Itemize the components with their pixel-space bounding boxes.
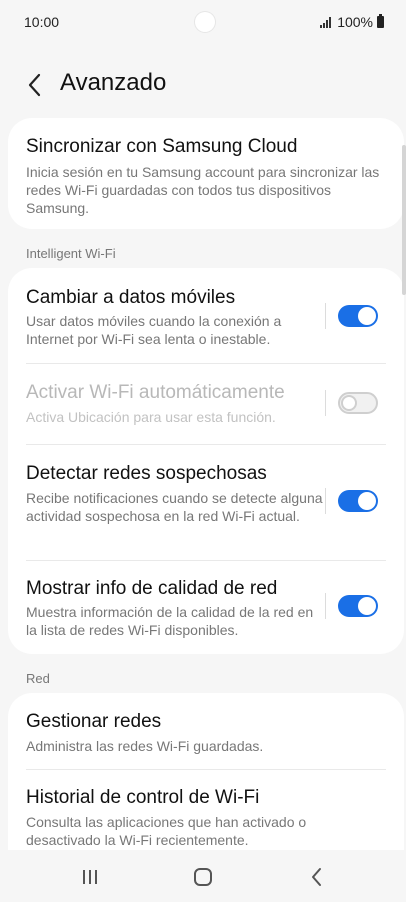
section-label-intelligent-wifi: Intelligent Wi-Fi [26,246,116,261]
scrollbar[interactable] [402,145,406,295]
battery-percent: 100% [337,14,373,30]
separator [325,303,326,329]
sync-title: Sincronizar con Samsung Cloud [26,136,298,157]
recents-icon[interactable] [80,870,100,884]
section-label-red: Red [26,671,50,686]
sync-card: Sincronizar con Samsung Cloud Inicia ses… [8,118,404,229]
setting-subtitle: Recibe notificaciones cuando se detecte … [26,490,323,524]
intelligent-wifi-card: Cambiar a datos móviles Usar datos móvil… [8,268,404,654]
separator [325,593,326,619]
setting-subtitle: Administra las redes Wi-Fi guardadas. [26,738,264,754]
back-icon[interactable] [308,866,326,888]
setting-title: Activar Wi-Fi automáticamente [26,382,285,403]
navigation-bar [0,850,406,902]
setting-row-network-quality[interactable]: Mostrar info de calidad de red Muestra i… [8,561,404,654]
setting-row-wifi-history[interactable]: Historial de control de Wi-Fi Consulta l… [8,770,404,850]
page-title: Avanzado [60,69,167,96]
setting-subtitle: Consulta las aplicaciones que han activa… [26,814,307,848]
red-card: Gestionar redes Administra las redes Wi-… [8,693,404,863]
setting-row-suspicious-networks[interactable]: Detectar redes sospechosas Recibe notifi… [8,445,404,560]
status-indicators: 100% [320,14,384,30]
battery-icon [377,14,384,28]
setting-title: Historial de control de Wi-Fi [26,787,260,808]
status-time: 10:00 [24,14,60,30]
setting-title: Gestionar redes [26,711,162,732]
setting-title: Cambiar a datos móviles [26,287,236,308]
status-bar: 10:00 100% [0,0,406,44]
signal-icon [320,16,332,28]
auto-wifi-toggle[interactable] [338,392,378,414]
setting-row-auto-wifi[interactable]: Activar Wi-Fi automáticamente Activa Ubi… [8,364,404,444]
network-quality-toggle[interactable] [338,595,378,617]
home-icon[interactable] [194,868,212,886]
separator [325,488,326,514]
setting-row-manage-networks[interactable]: Gestionar redes Administra las redes Wi-… [8,693,404,769]
sync-subtitle: Inicia sesión en tu Samsung account para… [26,164,380,216]
setting-row-mobile-data[interactable]: Cambiar a datos móviles Usar datos móvil… [8,268,404,363]
mobile-data-toggle[interactable] [338,305,378,327]
camera-cutout [195,12,215,32]
setting-subtitle: Usar datos móviles cuando la conexión a … [26,313,282,347]
app-header: Avanzado [0,60,406,110]
sync-row[interactable]: Sincronizar con Samsung Cloud Inicia ses… [8,118,404,229]
setting-title: Detectar redes sospechosas [26,463,267,484]
separator [325,390,326,416]
setting-subtitle: Activa Ubicación para usar esta función. [26,409,276,425]
setting-subtitle: Muestra información de la calidad de la … [26,604,314,638]
setting-title: Mostrar info de calidad de red [26,578,278,599]
chevron-left-icon[interactable] [24,70,48,100]
suspicious-networks-toggle[interactable] [338,490,378,512]
